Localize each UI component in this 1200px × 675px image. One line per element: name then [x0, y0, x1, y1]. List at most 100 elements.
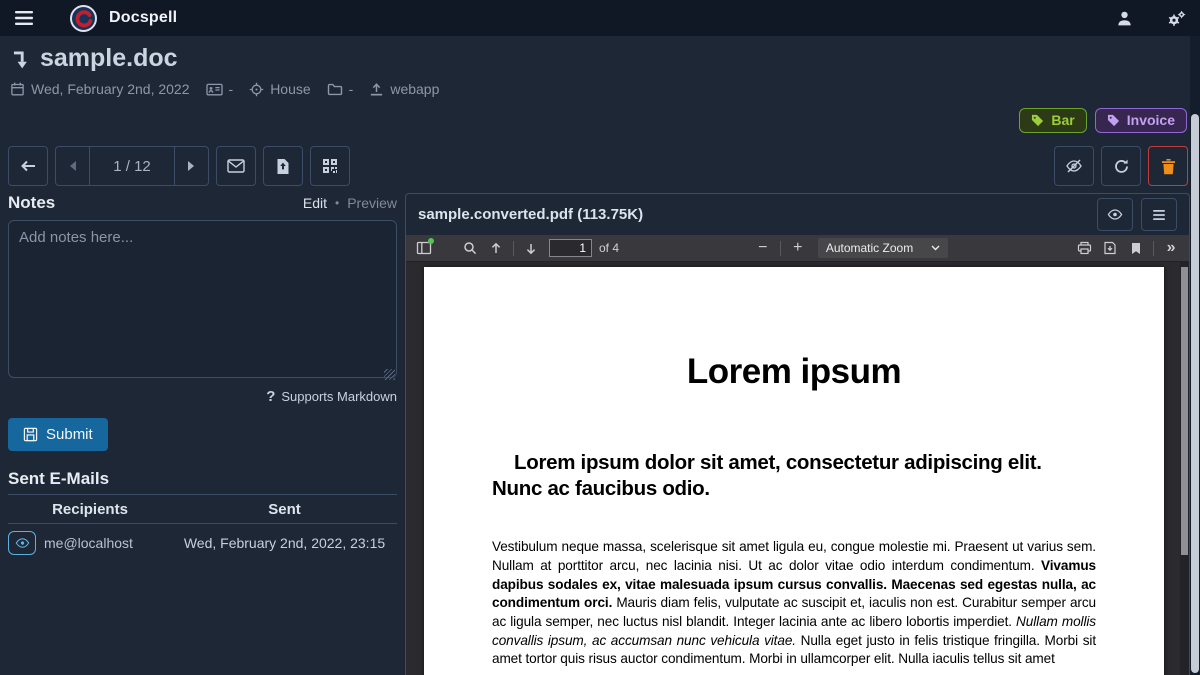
add-file-button[interactable]	[263, 146, 303, 186]
item-header: sample.doc Wed, February 2nd, 2022 - Hou…	[10, 44, 439, 97]
hide-item-button[interactable]	[1054, 146, 1094, 186]
notes-preview-link[interactable]: Preview	[347, 195, 397, 211]
refresh-button[interactable]	[1101, 146, 1141, 186]
back-button[interactable]	[8, 146, 48, 186]
left-panel: Notes Edit • Preview ? Supports Markdown…	[8, 193, 397, 559]
sidebar-notification-dot	[428, 238, 434, 244]
top-navbar: Docspell	[0, 0, 1200, 36]
notes-input[interactable]	[8, 220, 397, 378]
delete-button[interactable]	[1148, 146, 1188, 186]
level-down-icon	[10, 48, 30, 70]
pdf-doc-title: Lorem ipsum	[492, 352, 1096, 392]
notes-header: Notes Edit • Preview	[8, 193, 397, 213]
attachment-panel: sample.converted.pdf (113.75K) of 4 − +	[405, 193, 1190, 675]
item-folder-group: -	[327, 81, 354, 97]
docspell-logo-icon[interactable]	[70, 5, 97, 32]
sent-email-row: me@localhost Wed, February 2nd, 2022, 23…	[8, 524, 397, 560]
item-title-row: sample.doc	[10, 44, 439, 73]
tag-list: Bar Invoice	[1019, 108, 1187, 133]
item-correspondent: -	[229, 81, 234, 97]
attachment-file-label: sample.converted.pdf (113.75K)	[418, 206, 643, 223]
item-source: webapp	[390, 81, 439, 97]
submit-notes-button[interactable]: Submit	[8, 418, 108, 451]
pdf-paragraph: Vestibulum neque massa, scelerisque sit …	[492, 538, 1096, 669]
item-toolbar: 1 / 12	[8, 146, 1188, 186]
email-recipient: me@localhost	[44, 524, 172, 560]
question-icon: ?	[266, 388, 275, 405]
item-date: Wed, February 2nd, 2022	[31, 81, 190, 97]
chevron-down-icon	[931, 245, 940, 251]
prev-item-button[interactable]	[56, 147, 89, 185]
item-title: sample.doc	[40, 44, 178, 73]
item-date-group: Wed, February 2nd, 2022	[10, 81, 190, 97]
pdf-page-number-input[interactable]	[549, 239, 592, 257]
tag-label: Bar	[1051, 112, 1074, 128]
col-sent: Sent	[172, 497, 397, 524]
page-scrollbar[interactable]	[1190, 36, 1200, 675]
menu-hamburger-icon[interactable]	[14, 9, 34, 27]
email-sent-date: Wed, February 2nd, 2022, 23:15	[172, 524, 397, 560]
send-mail-button[interactable]	[216, 146, 256, 186]
item-concerning: House	[270, 81, 310, 97]
pdf-scrollbar[interactable]	[1180, 262, 1189, 675]
sent-emails-section: Sent E-Mails Recipients Sent me@localhos…	[8, 469, 397, 559]
attachment-header: sample.converted.pdf (113.75K)	[406, 194, 1189, 235]
pdf-print-button[interactable]	[1072, 237, 1096, 259]
markdown-hint: ? Supports Markdown	[8, 388, 397, 405]
item-page-indicator: 1 / 12	[89, 147, 174, 185]
page-scrollbar-thumb[interactable]	[1191, 114, 1199, 673]
app-title[interactable]: Docspell	[109, 9, 177, 27]
pdf-more-tools-button[interactable]: »	[1159, 237, 1183, 259]
pdfjs-toolbar: of 4 − + Automatic Zoom »	[406, 235, 1189, 262]
pdf-doc-subtitle: Lorem ipsum dolor sit amet, consectetur …	[492, 450, 1096, 502]
pdf-scrollbar-thumb[interactable]	[1181, 267, 1188, 555]
tag-pill[interactable]: Invoice	[1095, 108, 1187, 133]
notes-link-separator: •	[335, 196, 339, 210]
pdf-zoom-label: Automatic Zoom	[826, 241, 913, 255]
item-concerning-group: House	[249, 81, 310, 97]
notes-edit-link[interactable]: Edit	[303, 195, 327, 211]
markdown-hint-text: Supports Markdown	[281, 389, 397, 404]
calendar-icon	[10, 81, 25, 97]
next-item-button[interactable]	[174, 147, 208, 185]
textarea-resize-handle[interactable]	[384, 369, 395, 380]
view-email-button[interactable]	[8, 531, 36, 555]
notes-heading: Notes	[8, 193, 55, 213]
item-correspondent-group: -	[206, 81, 234, 97]
tag-pill[interactable]: Bar	[1019, 108, 1086, 133]
pdf-viewer: Lorem ipsum Lorem ipsum dolor sit amet, …	[406, 262, 1189, 675]
pdf-next-page-button[interactable]	[519, 237, 543, 259]
pdf-page: Lorem ipsum Lorem ipsum dolor sit amet, …	[424, 267, 1164, 675]
sent-emails-heading: Sent E-Mails	[8, 469, 397, 495]
user-account-icon[interactable]	[1116, 10, 1133, 27]
col-recipients: Recipients	[8, 497, 172, 524]
upload-icon	[369, 82, 384, 97]
pdf-zoom-in-button[interactable]: +	[786, 237, 810, 259]
pdf-sidebar-toggle-button[interactable]	[412, 237, 436, 259]
tag-icon	[1031, 114, 1044, 127]
crosshair-icon	[249, 82, 264, 97]
settings-gears-icon[interactable]	[1167, 10, 1186, 27]
pdf-search-button[interactable]	[458, 237, 482, 259]
item-source-group: webapp	[369, 81, 439, 97]
item-meta-row: Wed, February 2nd, 2022 - House - webapp	[10, 81, 439, 97]
tag-icon	[1107, 114, 1120, 127]
folder-icon	[327, 82, 343, 96]
sent-emails-table: Recipients Sent me@localhost Wed, Februa…	[8, 497, 397, 559]
pdf-page-count: of 4	[599, 241, 619, 255]
pdf-prev-page-button[interactable]	[484, 237, 508, 259]
item-pagination: 1 / 12	[55, 146, 209, 186]
pdf-zoom-select[interactable]: Automatic Zoom	[818, 238, 948, 258]
paragraph-segment: Vestibulum neque massa, scelerisque sit …	[492, 539, 1096, 573]
attachment-menu-button[interactable]	[1141, 198, 1177, 231]
tag-label: Invoice	[1127, 112, 1175, 128]
submit-label: Submit	[46, 426, 93, 443]
attachment-view-button[interactable]	[1097, 198, 1133, 231]
qrcode-button[interactable]	[310, 146, 350, 186]
pdf-download-button[interactable]	[1098, 237, 1122, 259]
notes-mode-links: Edit • Preview	[303, 195, 397, 211]
address-card-icon	[206, 82, 223, 97]
pdf-bookmark-button[interactable]	[1124, 237, 1148, 259]
save-floppy-icon	[23, 427, 38, 442]
pdf-zoom-out-button[interactable]: −	[751, 237, 775, 259]
